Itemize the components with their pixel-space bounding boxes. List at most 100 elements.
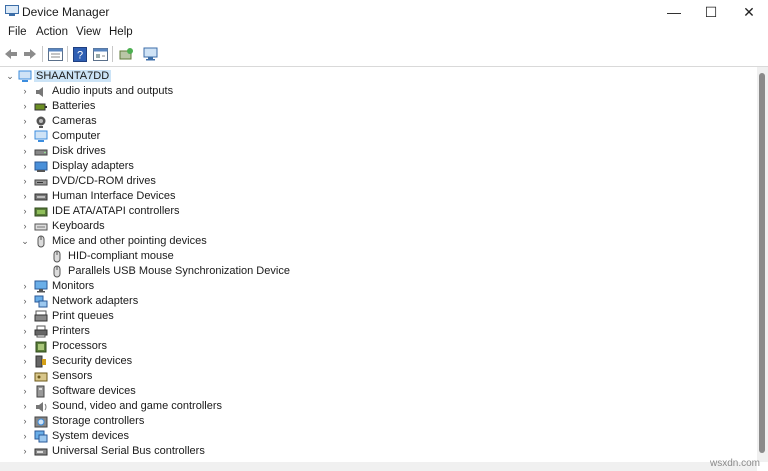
monitor-scan-icon[interactable] (142, 45, 160, 63)
chevron-right-icon[interactable]: › (20, 326, 30, 336)
chevron-right-icon[interactable]: › (20, 161, 30, 171)
chevron-right-icon[interactable]: › (20, 386, 30, 396)
chevron-right-icon[interactable]: › (20, 131, 30, 141)
tree-root[interactable]: ⌄ SHAANTA7DD (0, 69, 757, 84)
tree-item-label: HID-compliant mouse (68, 250, 174, 262)
printer-icon (34, 325, 48, 338)
tree-category[interactable]: › Print queues (0, 309, 757, 324)
menu-help[interactable]: Help (109, 26, 133, 38)
tree-item-label: Monitors (52, 280, 95, 292)
chevron-right-icon[interactable]: › (20, 221, 30, 231)
chevron-right-icon[interactable]: › (20, 431, 30, 441)
window-title: Device Manager (22, 5, 110, 19)
device-manager-icon (5, 5, 19, 16)
forward-icon[interactable] (21, 45, 39, 63)
tree-category[interactable]: › IDE ATA/ATAPI controllers (0, 204, 757, 219)
tree-item-label: Batteries (52, 100, 96, 112)
chevron-right-icon[interactable]: › (20, 446, 30, 456)
vertical-scrollbar[interactable] (757, 67, 768, 462)
camera-icon (34, 115, 48, 128)
menu-file[interactable]: File (8, 26, 27, 38)
title-bar: Device Manager — ☐ ✕ (0, 0, 768, 24)
tree-category[interactable]: › Audio inputs and outputs (0, 84, 757, 99)
help-icon[interactable]: ? (71, 45, 89, 63)
tree-category[interactable]: › Cameras (0, 114, 757, 129)
watermark: wsxdn.com (709, 458, 760, 469)
chevron-right-icon[interactable]: › (20, 371, 30, 381)
properties-view-icon[interactable] (46, 45, 64, 63)
tree-category[interactable]: › Network adapters (0, 294, 757, 309)
update-driver-icon[interactable] (117, 45, 135, 63)
tree-device[interactable]: HID-compliant mouse (0, 249, 757, 264)
chevron-right-icon[interactable]: › (20, 101, 30, 111)
chevron-right-icon[interactable]: › (20, 191, 30, 201)
tree-category[interactable]: › Software devices (0, 384, 757, 399)
tree-category[interactable]: › Security devices (0, 354, 757, 369)
tree-item-label: Universal Serial Bus controllers (52, 445, 205, 457)
tree-category[interactable]: › Storage controllers (0, 414, 757, 429)
chevron-right-icon[interactable]: › (20, 416, 30, 426)
tree-device[interactable]: Parallels USB Mouse Synchronization Devi… (0, 264, 757, 279)
chevron-right-icon[interactable]: › (20, 341, 30, 351)
maximize-button[interactable]: ☐ (693, 0, 729, 24)
menu-action[interactable]: Action (36, 26, 68, 38)
tree-category[interactable]: › Batteries (0, 99, 757, 114)
tree-item-label: Network adapters (52, 295, 139, 307)
tree-item-label: Disk drives (52, 145, 106, 157)
toolbar: ? (0, 42, 768, 67)
tree-category[interactable]: › Monitors (0, 279, 757, 294)
tree-category[interactable]: › Processors (0, 339, 757, 354)
sensor-icon (34, 370, 48, 383)
system-icon (34, 430, 48, 443)
tree-item-label: Computer (52, 130, 101, 142)
tree-category[interactable]: › Sensors (0, 369, 757, 384)
tree-item-label: IDE ATA/ATAPI controllers (52, 205, 180, 217)
computer-icon (34, 130, 48, 143)
tree-category[interactable]: › Computer (0, 129, 757, 144)
chevron-right-icon[interactable]: › (20, 401, 30, 411)
chevron-right-icon[interactable]: › (20, 296, 30, 306)
minimize-button[interactable]: — (656, 0, 692, 24)
tree-item-label: Print queues (52, 310, 114, 322)
chevron-right-icon[interactable]: › (20, 146, 30, 156)
tree-category[interactable]: › Display adapters (0, 159, 757, 174)
speaker-icon (34, 85, 48, 98)
chevron-right-icon[interactable]: › (20, 356, 30, 366)
tree-category[interactable]: › Universal Serial Bus controllers (0, 444, 757, 459)
chevron-right-icon[interactable]: › (20, 311, 30, 321)
chevron-right-icon[interactable]: › (20, 116, 30, 126)
tree-category[interactable]: › System devices (0, 429, 757, 444)
tree-item-label: Processors (52, 340, 108, 352)
scrollbar-thumb[interactable] (759, 73, 765, 453)
sound-icon (34, 400, 48, 413)
chevron-down-icon[interactable]: ⌄ (5, 71, 15, 81)
back-icon[interactable] (2, 45, 20, 63)
tree-category[interactable]: › DVD/CD-ROM drives (0, 174, 757, 189)
tree-category[interactable]: › Disk drives (0, 144, 757, 159)
menu-view[interactable]: View (76, 26, 101, 38)
battery-icon (34, 100, 48, 113)
tree-category[interactable]: › Human Interface Devices (0, 189, 757, 204)
chevron-right-icon[interactable]: › (20, 281, 30, 291)
software-icon (34, 385, 48, 398)
chevron-right-icon[interactable]: › (20, 176, 30, 186)
horizontal-scrollbar[interactable] (0, 462, 757, 471)
tree-item-label: System devices (52, 430, 130, 442)
tree-category[interactable]: ⌄ Mice and other pointing devices (0, 234, 757, 249)
device-tree: ⌄ SHAANTA7DD › Audio inputs and outputs › Bat… (0, 67, 757, 462)
toolbar-separator (42, 46, 43, 62)
tree-category[interactable]: › Printers (0, 324, 757, 339)
chevron-right-icon[interactable]: › (20, 206, 30, 216)
tree-item-label: DVD/CD-ROM drives (52, 175, 156, 187)
tree-item-label: SHAANTA7DD (34, 70, 112, 82)
keyboard-icon (34, 220, 48, 233)
chevron-down-icon[interactable]: ⌄ (20, 236, 30, 246)
tree-category[interactable]: › Keyboards (0, 219, 757, 234)
device-view-icon[interactable] (91, 45, 109, 63)
disk-icon (34, 145, 48, 158)
tree-item-label: Mice and other pointing devices (52, 235, 207, 247)
tree-category[interactable]: › Sound, video and game controllers (0, 399, 757, 414)
close-button[interactable]: ✕ (731, 0, 767, 24)
chevron-right-icon[interactable]: › (20, 86, 30, 96)
security-icon (34, 355, 48, 368)
